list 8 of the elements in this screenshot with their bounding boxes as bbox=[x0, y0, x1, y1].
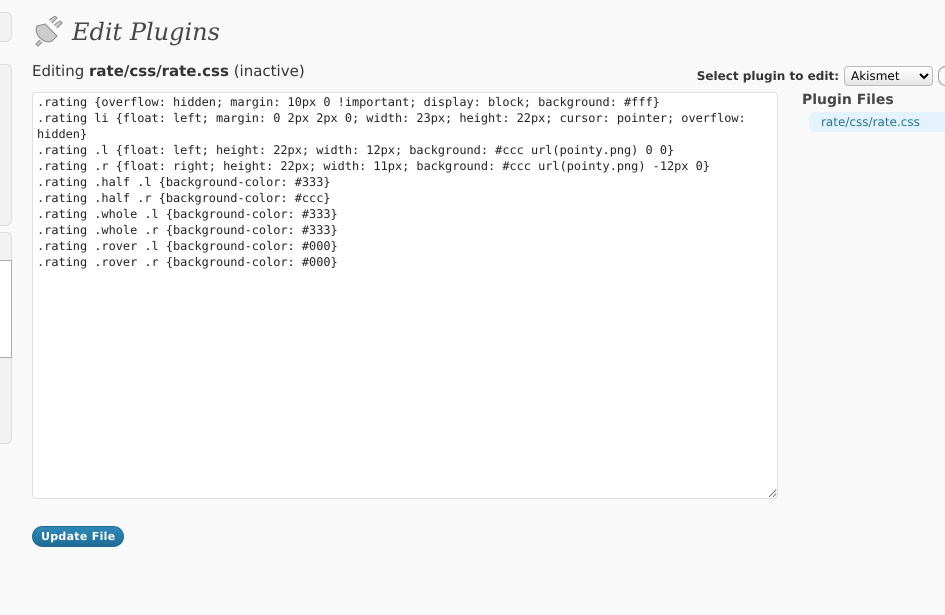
file-link[interactable]: rate/css/rate.css bbox=[809, 112, 945, 132]
plugin-select[interactable]: Akismet bbox=[844, 66, 933, 86]
select-label: Select plugin to edit: bbox=[696, 69, 839, 83]
update-file-button[interactable]: Update File bbox=[32, 526, 124, 547]
plugin-files-heading: Plugin Files bbox=[802, 92, 895, 108]
code-editor[interactable]: .rating {overflow: hidden; margin: 10px 0 !important; display: block; background: #fff} .rating li {float: left; margin: 0 2px 2px 0; width: 23px; height: 22px; cursor: pointer; overflow: hidden} .rating .l {float: left; height: 22px; width: 12px; background: #ccc url(pointy.png) 0 0} .rating .r {float: right; height: 22px; width: 11px; background: #ccc url(pointy.png) -12px 0} .rating .half .l {background-color: #333} .rating .half .r {background-color: #ccc} .rating .whole .l {background-color: #333} .rating .whole .r {background-color: #333} .rating .rover .l {background-color: #000} .rating .rover .r {background-color: #000} bbox=[32, 92, 778, 499]
page-title: Edit Plugins bbox=[72, 18, 220, 46]
editing-heading: Editing rate/css/rate.css (inactive) bbox=[32, 62, 305, 80]
